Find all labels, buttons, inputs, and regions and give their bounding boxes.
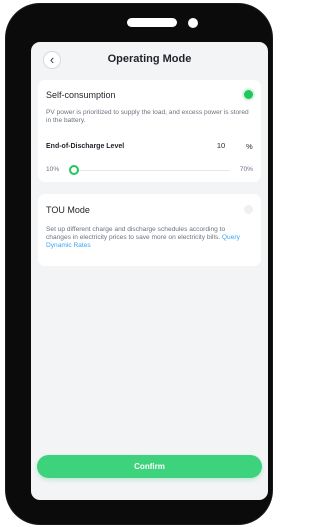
tou-mode-description: Set up different charge and discharge sc… bbox=[46, 226, 251, 250]
eod-value-input[interactable]: 10 bbox=[210, 138, 232, 152]
eod-slider-track[interactable] bbox=[70, 170, 230, 171]
self-consumption-description: PV power is prioritized to supply the lo… bbox=[46, 109, 249, 124]
tou-mode-radio[interactable] bbox=[244, 205, 253, 214]
speaker-grille bbox=[127, 18, 177, 27]
tou-mode-description-text: Set up different charge and discharge sc… bbox=[46, 226, 226, 241]
self-consumption-radio[interactable] bbox=[244, 90, 253, 99]
confirm-button[interactable]: Confirm bbox=[37, 455, 262, 478]
tou-mode-title: TOU Mode bbox=[46, 205, 90, 215]
app-screen: ‹ Operating Mode Self-consumption PV pow… bbox=[31, 42, 268, 500]
header-bar: ‹ Operating Mode bbox=[31, 42, 268, 78]
slider-min-label: 10% bbox=[46, 166, 60, 173]
page-title: Operating Mode bbox=[107, 53, 192, 65]
self-consumption-card[interactable]: Self-consumption PV power is prioritized… bbox=[38, 80, 261, 182]
eod-unit: % bbox=[246, 142, 253, 151]
eod-label: End-of-Discharge Level bbox=[46, 143, 125, 150]
phone-frame: ‹ Operating Mode Self-consumption PV pow… bbox=[6, 4, 272, 524]
tou-mode-card[interactable]: TOU Mode Set up different charge and dis… bbox=[38, 194, 261, 266]
self-consumption-title: Self-consumption bbox=[46, 90, 116, 100]
front-camera bbox=[188, 18, 198, 28]
eod-slider-thumb[interactable] bbox=[69, 165, 79, 175]
slider-max-label: 70% bbox=[239, 166, 253, 173]
